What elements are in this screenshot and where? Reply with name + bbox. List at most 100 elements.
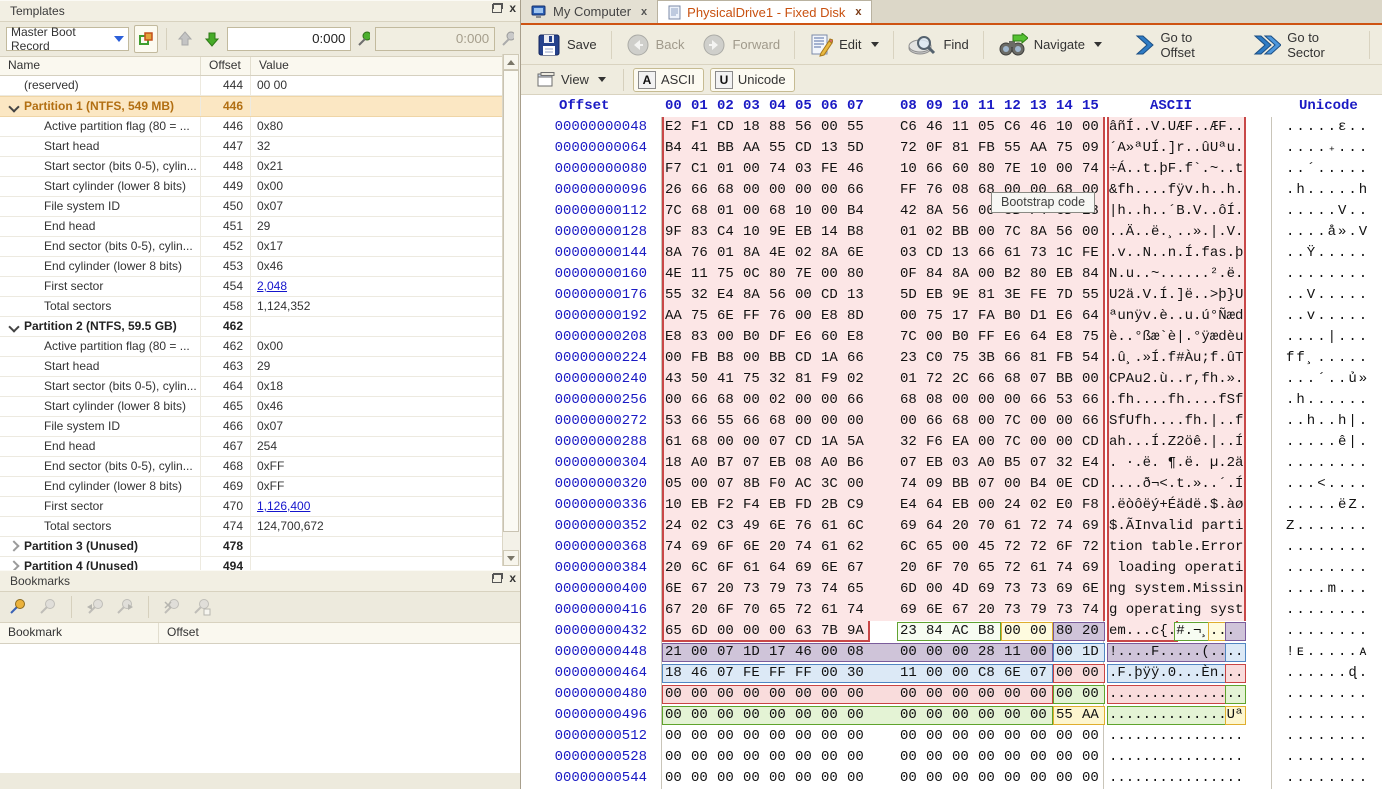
hex-byte[interactable]: 69 [900,600,917,621]
hex-byte[interactable]: E6 [795,327,812,348]
template-row[interactable]: (reserved)44400 00 [0,76,520,96]
ascii-cell[interactable]: SfUfh....fh.|..f [1109,411,1243,432]
hex-byte[interactable]: 73 [1004,600,1021,621]
hex-byte[interactable]: 07 [1030,663,1047,684]
hex-byte[interactable]: 00 [926,642,943,663]
hex-byte[interactable]: 6E [665,579,682,600]
hex-byte[interactable]: 00 [821,264,838,285]
hex-row[interactable]: 000000004006E672073797374656D004D6973736… [521,579,1382,600]
hex-byte[interactable]: 10 [1030,159,1047,180]
hex-byte[interactable]: 24 [1004,495,1021,516]
offset-column-header[interactable]: Offset [559,95,609,118]
hex-byte[interactable]: 1C [1056,243,1073,264]
field-value-link[interactable]: 1,126,400 [257,499,310,513]
hex-byte[interactable]: EB [795,222,812,243]
hex-byte[interactable]: 53 [665,411,682,432]
hex-byte[interactable]: 5D [900,285,917,306]
hex-byte[interactable]: 13 [847,285,864,306]
hex-byte[interactable]: 20 [900,558,917,579]
hex-byte[interactable]: C6 [900,117,917,138]
hex-byte[interactable]: 62 [847,537,864,558]
unicode-cell[interactable]: .....ɛ.. [1286,117,1369,138]
byte-column-header[interactable]: 14 [1056,95,1073,118]
hex-byte[interactable]: 80 [847,264,864,285]
hex-byte[interactable]: 73 [795,579,812,600]
hex-byte[interactable]: 00 [1082,222,1099,243]
hex-byte[interactable]: 81 [795,369,812,390]
hex-byte[interactable]: 02 [691,516,708,537]
hex-byte[interactable]: 42 [900,201,917,222]
hex-byte[interactable]: 00 [1030,411,1047,432]
tab-close-icon[interactable]: x [641,6,647,18]
template-row[interactable]: First sector4542,048 [0,277,520,297]
hex-byte[interactable]: 13 [952,243,969,264]
hex-row[interactable]: 0000000048000000000000000000000000000000… [521,684,1382,705]
hex-byte[interactable]: 00 [926,705,943,726]
unicode-cell[interactable]: .....ê|. [1286,432,1369,453]
hex-byte[interactable]: 20 [691,600,708,621]
hex-byte[interactable]: 6D [900,579,917,600]
scroll-up-button[interactable] [503,54,519,70]
hex-byte[interactable]: B4 [847,201,864,222]
hex-byte[interactable]: 64 [926,516,943,537]
unicode-cell[interactable]: ....m... [1286,579,1369,600]
hex-byte[interactable]: 55 [1056,705,1073,726]
hex-byte[interactable]: CD [1082,432,1099,453]
scrollbar-thumb[interactable] [503,70,519,532]
hex-byte[interactable]: 00 [926,327,943,348]
hex-byte[interactable]: 6F [717,558,734,579]
hex-byte[interactable]: 00 [743,201,760,222]
hex-byte[interactable]: 00 [847,705,864,726]
hex-byte[interactable]: FF [743,306,760,327]
hex-byte[interactable]: 9E [952,285,969,306]
hex-byte[interactable]: 00 [717,705,734,726]
hex-byte[interactable]: 65 [847,579,864,600]
hex-byte[interactable]: 8A [743,285,760,306]
hex-byte[interactable]: 79 [1030,600,1047,621]
hex-byte[interactable]: 00 [847,747,864,768]
hex-byte[interactable]: 14 [821,222,838,243]
hex-byte[interactable]: 76 [691,243,708,264]
hex-byte[interactable]: 46 [847,159,864,180]
unicode-cell[interactable]: ..Ÿ..... [1286,243,1369,264]
ascii-cell[interactable]: .F.þÿÿ.0...Èn... [1109,663,1243,684]
hex-byte[interactable]: 03 [952,453,969,474]
hex-byte[interactable]: 70 [952,558,969,579]
hex-byte[interactable]: 73 [1030,579,1047,600]
hex-byte[interactable]: 00 [743,390,760,411]
hex-byte[interactable]: 00 [665,390,682,411]
byte-column-header[interactable]: 08 [900,95,917,118]
hex-byte[interactable]: 6C [900,537,917,558]
pushpin-gray-icon[interactable] [500,30,514,48]
hex-byte[interactable]: 00 [952,663,969,684]
hex-byte[interactable]: 20 [717,579,734,600]
hex-byte[interactable]: 7D [1056,285,1073,306]
hex-byte[interactable]: 61 [743,558,760,579]
hex-byte[interactable]: 01 [900,369,917,390]
hex-row[interactable]: 00000000064B441BBAA55CD135D720F81FB55AA7… [521,138,1382,159]
hex-byte[interactable]: 66 [847,390,864,411]
hex-byte[interactable]: 72 [1030,537,1047,558]
template-row[interactable]: End cylinder (lower 8 bits)4530x46 [0,257,520,277]
hex-byte[interactable]: 65 [665,621,682,642]
hex-byte[interactable]: 00 [821,726,838,747]
hex-byte[interactable]: F0 [769,474,786,495]
hex-byte[interactable]: 00 [1056,663,1073,684]
hex-byte[interactable]: C4 [717,222,734,243]
hex-byte[interactable]: AA [665,306,682,327]
hex-byte[interactable]: 66 [978,243,995,264]
hex-byte[interactable]: 00 [717,726,734,747]
hex-row[interactable]: 0000000036874696F6E207461626C65004572726… [521,537,1382,558]
hex-byte[interactable]: 66 [691,390,708,411]
hex-byte[interactable]: 66 [1082,390,1099,411]
hex-byte[interactable]: 55 [1004,138,1021,159]
ascii-cell[interactable]: loading operati [1109,558,1243,579]
hex-byte[interactable]: AA [743,138,760,159]
unicode-cell[interactable]: ........ [1286,621,1369,642]
hex-byte[interactable]: FE [1082,243,1099,264]
unicode-cell[interactable]: ........ [1286,600,1369,621]
hex-byte[interactable]: AA [1030,138,1047,159]
hex-byte[interactable]: E6 [1056,306,1073,327]
hex-byte[interactable]: E4 [717,285,734,306]
hex-byte[interactable]: 61 [665,432,682,453]
